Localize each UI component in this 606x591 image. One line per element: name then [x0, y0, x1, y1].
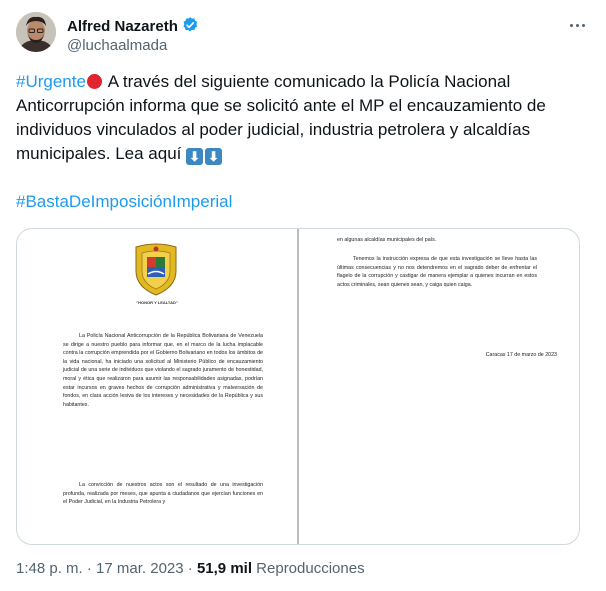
hashtag-link[interactable]: #Urgente: [16, 72, 86, 91]
tweet-text: #Urgente A través del siguiente comunica…: [16, 70, 576, 214]
separator-dot: ·: [187, 560, 193, 577]
down-arrow-emoji-icon: ⬇: [205, 148, 223, 165]
author-name[interactable]: Alfred Nazareth: [67, 18, 178, 35]
document-page-left: "HONOR Y LEALTAD" La Policía Nacional An…: [17, 229, 297, 544]
tweet-header: Alfred Nazareth @luchaalmada: [16, 12, 590, 56]
views-label: Reproducciones: [256, 560, 365, 577]
tweet-meta: 1:48 p. m. · 17 mar. 2023 · 51,9 mil Rep…: [16, 560, 365, 577]
avatar[interactable]: [16, 12, 56, 52]
more-options-icon[interactable]: [566, 14, 588, 36]
hashtag-link[interactable]: #BastaDeImposiciónImperial: [16, 192, 232, 211]
red-circle-emoji-icon: [86, 74, 102, 89]
tweet-date[interactable]: 17 mar. 2023: [96, 560, 184, 577]
document-date: Caracas 17 de marzo de 2023: [485, 352, 557, 358]
attached-document-image[interactable]: "HONOR Y LEALTAD" La Policía Nacional An…: [16, 228, 580, 545]
document-paragraph: La convicción de nuestros actos son el r…: [63, 482, 263, 506]
separator-dot: ·: [86, 560, 92, 577]
views-count: 51,9 mil: [196, 560, 252, 577]
document-page-right: en algunas alcaldías municipales del paí…: [299, 229, 579, 544]
police-crest-icon: [130, 241, 182, 297]
author-handle[interactable]: @luchaalmada: [67, 37, 167, 54]
down-arrow-emoji-icon: ⬇: [186, 148, 204, 165]
document-paragraph: en algunas alcaldías municipales del paí…: [337, 237, 437, 243]
document-paragraph: La Policía Nacional Anticorrupción de la…: [63, 333, 263, 408]
document-paragraph: Tenemos la instrucción expresa de que es…: [337, 256, 537, 288]
verified-badge-icon: [181, 16, 199, 38]
author-name-row[interactable]: Alfred Nazareth: [67, 16, 199, 38]
document-motto: "HONOR Y LEALTAD": [136, 300, 178, 305]
tweet-time[interactable]: 1:48 p. m.: [16, 560, 83, 577]
